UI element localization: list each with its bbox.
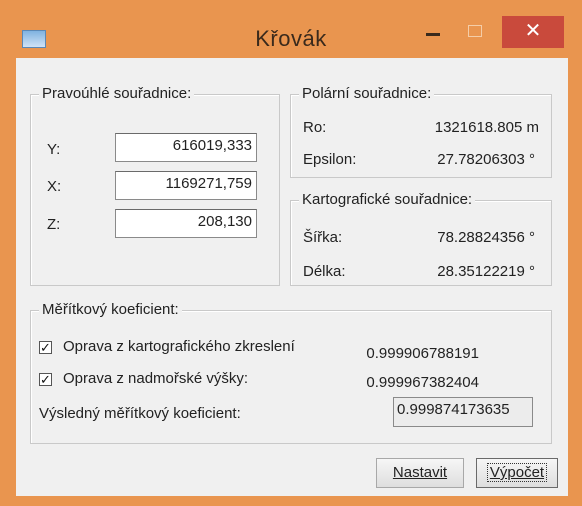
rectangular-coordinates-group: Pravoúhlé souřadnice: Y: 616019,333 X: 1… [30,85,280,286]
z-label: Z: [47,216,61,233]
correction-altitude-label[interactable]: Oprava z nadmořské výšky: [63,370,248,387]
scale-coefficient-group: Měřítkový koeficient: ✓ Oprava z kartogr… [30,301,552,444]
cartographic-coordinates-title: Kartografické souřadnice: [299,191,476,208]
vypocet-button[interactable]: Výpočet [476,458,558,488]
close-button[interactable]: ✕ [502,16,564,48]
polar-coordinates-group: Polární souřadnice: Ro: 1321618.805 m Ep… [290,85,552,178]
delka-label: Délka: [303,263,346,280]
vypocet-label: Výpočet [486,463,548,482]
x-label: X: [47,178,62,195]
ro-label: Ro: [303,119,327,136]
correction-altitude-checkbox[interactable]: ✓ [39,373,52,386]
dialog-client: Pravoúhlé souřadnice: Y: 616019,333 X: 1… [16,58,568,496]
result-coefficient-field: 0.999874173635 [393,397,533,427]
rectangular-coordinates-title: Pravoúhlé souřadnice: [39,85,195,102]
correction-cartographic-value: 0.999906788191 [366,345,479,362]
sirka-label: Šířka: [303,229,343,246]
y-field[interactable]: 616019,333 [115,133,257,162]
epsilon-label: Epsilon: [303,151,357,168]
minimize-button[interactable] [418,20,448,46]
app-window: Křovák ✕ Pravoúhlé souřadnice: Y: 616019… [0,0,582,506]
ro-value: 1321618.805 m [434,119,539,136]
z-field[interactable]: 208,130 [115,209,257,238]
check-icon: ✓ [40,372,51,387]
polar-coordinates-title: Polární souřadnice: [299,85,435,102]
delka-value: 28.35122219 ° [437,263,535,280]
title-bar[interactable]: Křovák ✕ [0,0,582,58]
correction-cartographic-checkbox[interactable]: ✓ [39,341,52,354]
scale-coefficient-title: Měřítkový koeficient: [39,301,182,318]
sirka-value: 78.28824356 ° [437,229,535,246]
epsilon-value: 27.78206303 ° [437,151,535,168]
close-icon: ✕ [524,20,542,42]
y-label: Y: [47,141,61,158]
check-icon: ✓ [40,340,51,355]
cartographic-coordinates-group: Kartografické souřadnice: Šířka: 78.2882… [290,191,552,286]
correction-cartographic-label[interactable]: Oprava z kartografického zkreslení [63,338,295,355]
result-coefficient-label: Výsledný měřítkový koeficient: [39,405,241,422]
correction-altitude-value: 0.999967382404 [366,374,479,391]
maximize-button[interactable] [460,20,490,46]
x-field[interactable]: 1169271,759 [115,171,257,200]
window-title: Křovák [255,26,327,51]
nastavit-button[interactable]: Nastavit [376,458,464,488]
